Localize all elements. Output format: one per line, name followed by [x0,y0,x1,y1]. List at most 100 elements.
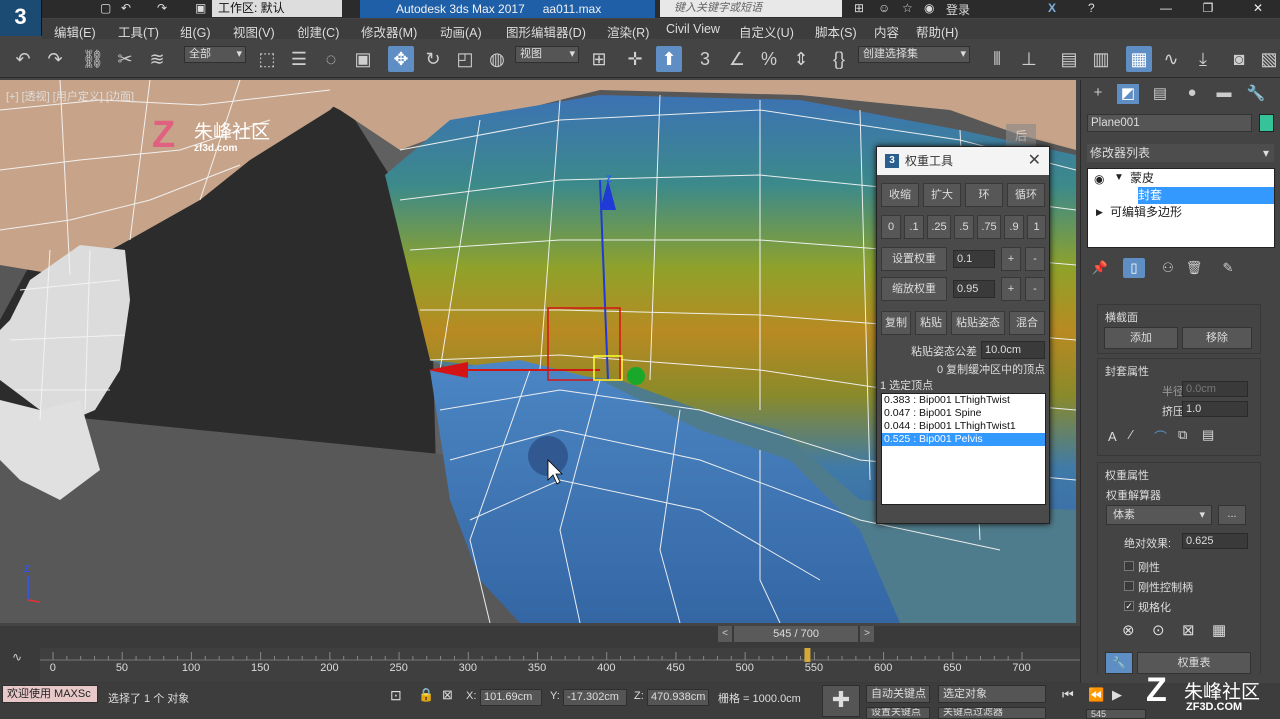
make-unique-icon[interactable]: ⚇ [1157,258,1179,278]
preset-05-button[interactable]: .5 [954,215,974,239]
menu-modifiers[interactable]: 修改器(M) [361,22,417,41]
set-weight-plus-button[interactable]: + [1001,247,1021,271]
menu-graph-editors[interactable]: 图形编辑器(D) [506,22,586,41]
paste-pos-button[interactable]: 粘贴姿态 [951,311,1005,335]
add-cross-section-button[interactable]: 添加 [1104,327,1178,349]
named-selection-dropdown[interactable]: 创建选择集 [858,46,970,63]
curve-editor-icon[interactable]: ∿ [1158,46,1184,72]
menu-view[interactable]: 视图(V) [233,22,275,41]
stack-item-envelope[interactable]: 封套 [1138,187,1274,204]
project-icon[interactable]: ▣ [195,1,206,15]
shrink-button[interactable]: 收缩 [881,183,919,207]
menu-customize[interactable]: 自定义(U) [739,22,794,41]
toggle-ribbon-icon[interactable]: ▥ [1088,46,1114,72]
grow-button[interactable]: 扩大 [923,183,961,207]
paste-tolerance-spinner[interactable]: 10.0cm [981,341,1045,359]
undo-icon[interactable]: ↶ [121,1,131,15]
z-coordinate-field[interactable]: 470.938cm [647,689,709,706]
weight-tool-titlebar[interactable]: 3 权重工具 ✕ [877,147,1049,175]
menu-animation[interactable]: 动画(A) [440,22,482,41]
auto-key-button[interactable]: 自动关键点 [866,685,930,703]
paste-envelope-icon[interactable]: ▤ [1202,427,1214,443]
loop-button[interactable]: 循环 [1007,183,1045,207]
weight-tool-icon[interactable]: 🔧 [1105,652,1133,674]
new-file-icon[interactable]: ▢ [100,1,111,15]
normalize-checkbox[interactable]: ✓ [1124,601,1134,611]
exchange-icon[interactable]: X [1048,1,1056,15]
scale-weight-button[interactable]: 缩放权重 [881,277,947,301]
viewport-label[interactable]: [+] [透视] [用户定义] [边面] [6,88,134,104]
list-item[interactable]: 0.383 : Bip001 LThighTwist [882,394,1045,407]
scale-icon[interactable]: ◰ [452,46,478,72]
menu-rendering[interactable]: 渲染(R) [607,22,649,41]
menu-civil-view[interactable]: Civil View [666,22,720,36]
motion-tab-icon[interactable]: ● [1181,84,1203,104]
envelope-visible-icon[interactable]: ⁄ [1130,427,1132,442]
selection-region-icon[interactable]: ◌ [318,46,344,72]
spinner-snap-icon[interactable]: ⇕ [788,46,814,72]
maxscript-listener[interactable]: 欢迎使用 MAXSc [2,685,98,703]
absolute-mode-icon[interactable]: ⊠ [442,687,453,703]
absolute-icon[interactable]: A [1108,429,1117,444]
expand-arrow-icon[interactable]: ▶ [1096,207,1103,218]
percent-snap-icon[interactable]: % [756,46,782,72]
configure-sets-icon[interactable]: ✎ [1217,258,1239,278]
menu-create[interactable]: 创建(C) [297,22,339,41]
curve-editor-toggle-icon[interactable]: ∿ [12,650,22,664]
current-frame-field[interactable]: 545 [1086,709,1146,719]
keyboard-shortcut-override-icon[interactable]: ⬆ [656,46,682,72]
link-icon[interactable]: ⛓ [80,46,106,72]
next-frame-icon[interactable]: > [860,626,874,642]
selection-filter-dropdown[interactable]: 全部 [184,46,246,63]
display-tab-icon[interactable]: ▬ [1213,84,1235,104]
menu-scripting[interactable]: 脚本(S) [815,22,857,41]
eye-icon[interactable]: ◉ [1094,172,1104,186]
key-filters-button[interactable]: 关键点过滤器 [938,707,1046,719]
search-input[interactable]: 键入关键字或短语 [660,0,842,17]
squash-spinner[interactable]: 1.0 [1182,401,1248,417]
place-icon[interactable]: ◍ [484,46,510,72]
weight-solver-dropdown[interactable]: 体素 ▾ [1106,505,1212,525]
falloff-icon[interactable]: ⌒ [1154,427,1167,446]
abs-effect-spinner[interactable]: 0.625 [1182,533,1248,549]
bind-space-warp-icon[interactable]: ≋ [144,46,170,72]
bone-weight-list[interactable]: 0.383 : Bip001 LThighTwist 0.047 : Bip00… [881,393,1046,505]
close-icon[interactable]: ✕ [1028,147,1041,175]
preset-09-button[interactable]: .9 [1004,215,1024,239]
add-time-tag-icon[interactable]: ✚ [822,685,860,717]
list-item-selected[interactable]: 0.525 : Bip001 Pelvis [882,433,1045,446]
schematic-view-icon[interactable]: ⤓ [1190,46,1216,72]
set-weight-minus-button[interactable]: - [1025,247,1045,271]
unlink-icon[interactable]: ✂ [112,46,138,72]
x-coordinate-field[interactable]: 101.69cm [480,689,542,706]
viewcube[interactable]: 后 [1006,124,1036,148]
material-editor-icon[interactable]: ◙ [1226,46,1252,72]
layer-explorer-icon[interactable]: ▤ [1056,46,1082,72]
utilities-tab-icon[interactable]: 🔧 [1245,84,1267,104]
object-color-swatch[interactable] [1259,114,1274,132]
app-logo[interactable]: 3 [0,0,42,36]
restore-icon[interactable]: ❐ [1190,0,1226,18]
play-icon[interactable]: ▶ [1112,687,1122,703]
modifier-stack[interactable]: ◉ ▼ 蒙皮 封套 ▶ 可编辑多边形 [1087,168,1275,248]
menu-edit[interactable]: 编辑(E) [54,22,96,41]
bake-weights-icon[interactable]: ▦ [1212,621,1226,639]
hierarchy-tab-icon[interactable]: ▤ [1149,84,1171,104]
minimize-icon[interactable]: — [1148,0,1184,18]
scene-explorer-icon[interactable]: ▦ [1126,46,1152,72]
angle-snap-icon[interactable]: ∠ [724,46,750,72]
select-manipulate-icon[interactable]: ✛ [622,46,648,72]
close-icon[interactable]: ✕ [1240,0,1276,18]
select-excluded-icon[interactable]: ⊠ [1182,621,1195,639]
modify-tab-icon[interactable]: ◩ [1117,84,1139,104]
preset-01-button[interactable]: .1 [904,215,924,239]
object-name-field[interactable]: Plane001 [1087,114,1252,132]
select-object-icon[interactable]: ⬚ [254,46,280,72]
modifier-list-dropdown[interactable]: 修改器列表 [1087,144,1274,162]
mirror-icon[interactable]: ⫴ [984,46,1010,72]
menu-tools[interactable]: 工具(T) [118,22,159,41]
workspace-dropdown[interactable]: 工作区: 默认 [212,0,342,17]
exclude-verts-icon[interactable]: ⊗ [1122,621,1135,639]
scale-weight-minus-button[interactable]: - [1025,277,1045,301]
ring-button[interactable]: 环 [965,183,1003,207]
